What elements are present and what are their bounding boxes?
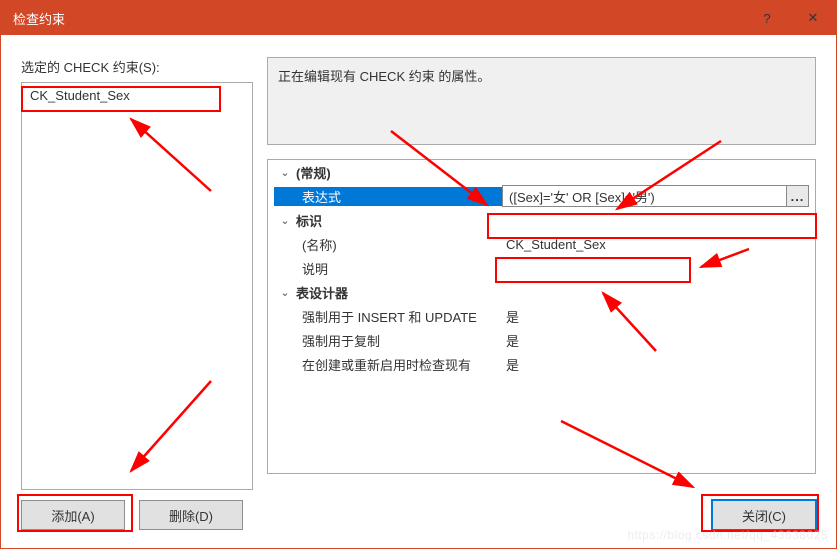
window-title: 检查约束 xyxy=(13,9,744,28)
expander-icon[interactable]: ⌄ xyxy=(278,286,292,299)
prop-name-label[interactable]: (名称) xyxy=(302,235,337,254)
help-button[interactable]: ? xyxy=(744,1,790,35)
prop-enforce-insupd-value[interactable]: 是 xyxy=(502,307,809,326)
expander-icon[interactable]: ⌄ xyxy=(278,214,292,227)
close-button[interactable]: 关闭(C) xyxy=(712,500,816,530)
prop-expression-value[interactable]: ([Sex]='女' OR [Sex]='男') ... xyxy=(502,185,809,207)
category-general: (常规) xyxy=(296,163,331,182)
category-designer: 表设计器 xyxy=(296,283,348,302)
property-grid[interactable]: ⌄ (常规) 表达式 ([Sex]='女' OR [Sex]='男') ... ⌄… xyxy=(267,159,816,474)
prop-desc-label[interactable]: 说明 xyxy=(302,259,328,278)
add-button[interactable]: 添加(A) xyxy=(21,500,125,530)
prop-expression-label[interactable]: 表达式 xyxy=(302,187,341,206)
prop-enforce-repl-label[interactable]: 强制用于复制 xyxy=(302,331,380,350)
delete-button[interactable]: 删除(D) xyxy=(139,500,243,530)
prop-enforce-repl-value[interactable]: 是 xyxy=(502,331,809,350)
window-close-button[interactable]: ✕ xyxy=(790,1,836,35)
list-item[interactable]: CK_Student_Sex xyxy=(24,85,250,106)
help-icon: ? xyxy=(763,11,770,26)
ellipsis-button[interactable]: ... xyxy=(786,186,808,206)
watermark: https://blog.csdn.net/qq_43638025 xyxy=(627,528,828,542)
constraint-listbox[interactable]: CK_Student_Sex xyxy=(21,82,253,490)
prop-check-existing-label[interactable]: 在创建或重新启用时检查现有 xyxy=(302,355,498,374)
category-identity: 标识 xyxy=(296,211,322,230)
close-icon: ✕ xyxy=(808,10,819,26)
titlebar: 检查约束 ? ✕ xyxy=(1,1,836,35)
description-box: 正在编辑现有 CHECK 约束 的属性。 xyxy=(267,57,816,145)
prop-name-value[interactable]: CK_Student_Sex xyxy=(502,237,809,252)
prop-check-existing-value[interactable]: 是 xyxy=(502,355,809,374)
prop-enforce-insupd-label[interactable]: 强制用于 INSERT 和 UPDATE xyxy=(302,307,498,326)
expander-icon[interactable]: ⌄ xyxy=(278,166,292,179)
constraint-list-label: 选定的 CHECK 约束(S): xyxy=(21,57,253,76)
